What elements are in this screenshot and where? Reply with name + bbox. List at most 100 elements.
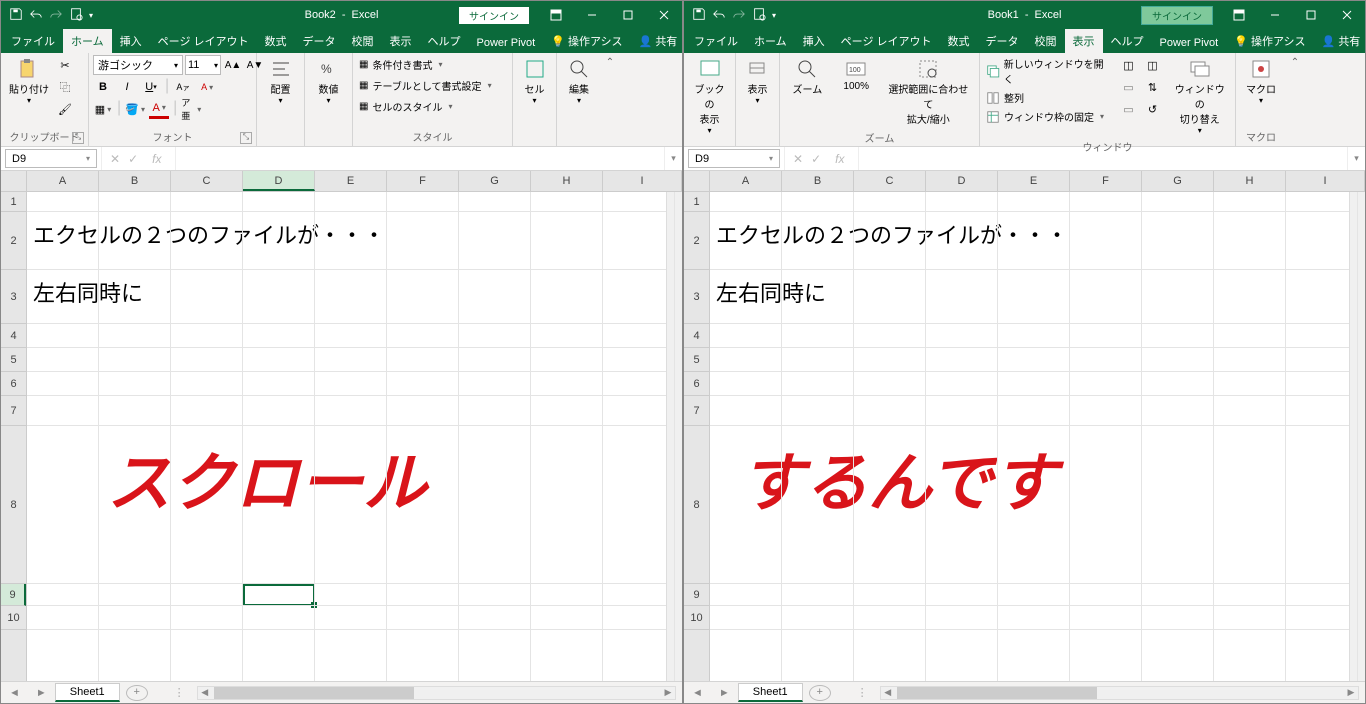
cells-button[interactable]: セル▾ bbox=[517, 55, 552, 107]
phonetic-icon[interactable]: ア亜 bbox=[181, 99, 201, 119]
tab-review[interactable]: 校閲 bbox=[344, 29, 382, 53]
row-header[interactable]: 3 bbox=[684, 270, 709, 324]
row-header[interactable]: 4 bbox=[1, 324, 26, 348]
font-launcher[interactable]: ⤡ bbox=[240, 132, 252, 144]
font-more-icon[interactable]: A bbox=[197, 77, 217, 97]
row-header[interactable]: 10 bbox=[1, 606, 26, 630]
scroll-right-icon[interactable]: ▶ bbox=[1344, 687, 1358, 698]
touch-icon[interactable] bbox=[752, 7, 766, 24]
zoom-100-button[interactable]: 100100% bbox=[833, 55, 880, 94]
font-name-combo[interactable]: 游ゴシック▾ bbox=[93, 55, 183, 75]
share-button[interactable]: 👤 共有 bbox=[631, 29, 686, 53]
row-header[interactable]: 3 bbox=[1, 270, 26, 324]
col-header[interactable]: C bbox=[854, 171, 926, 191]
tab-file[interactable]: ファイル bbox=[686, 29, 746, 53]
format-painter-icon[interactable]: 🖌 bbox=[55, 99, 75, 119]
horizontal-scrollbar[interactable]: ◀ ▶ bbox=[197, 686, 676, 700]
collapse-ribbon-icon[interactable]: ⌃ bbox=[601, 53, 619, 146]
alignment-button[interactable]: 配置▾ bbox=[261, 55, 300, 107]
save-icon[interactable] bbox=[9, 7, 23, 24]
maximize-icon[interactable] bbox=[610, 1, 646, 29]
scroll-thumb[interactable] bbox=[897, 687, 1097, 699]
tab-page-layout[interactable]: ページ レイアウト bbox=[150, 29, 257, 53]
cells-area[interactable]: エクセルの２つのファイルが・・・ 左右同時に スクロール bbox=[27, 192, 666, 681]
clipboard-launcher[interactable]: ⤡ bbox=[72, 132, 84, 144]
cells-area[interactable]: エクセルの２つのファイルが・・・ 左右同時に するんです bbox=[710, 192, 1349, 681]
col-header[interactable]: D bbox=[926, 171, 998, 191]
arrange-all-button[interactable]: 整列 bbox=[984, 89, 1112, 106]
formula-input[interactable] bbox=[175, 147, 664, 170]
select-all-corner[interactable] bbox=[1, 171, 27, 191]
new-sheet-icon[interactable]: + bbox=[126, 685, 148, 701]
row-header[interactable]: 6 bbox=[684, 372, 709, 396]
tab-formulas[interactable]: 数式 bbox=[940, 29, 978, 53]
font-color-icon[interactable]: A bbox=[149, 99, 169, 119]
cut-icon[interactable]: ✂ bbox=[55, 55, 75, 75]
col-header[interactable]: C bbox=[171, 171, 243, 191]
qat-dropdown-icon[interactable]: ▾ bbox=[89, 11, 93, 20]
signin-button[interactable]: サインイン bbox=[1141, 6, 1213, 25]
row-header[interactable]: 7 bbox=[684, 396, 709, 426]
scroll-left-icon[interactable]: ◀ bbox=[198, 687, 212, 698]
row-header[interactable]: 9 bbox=[1, 584, 26, 606]
enter-entry-icon[interactable]: ✓ bbox=[128, 152, 138, 166]
new-sheet-icon[interactable]: + bbox=[809, 685, 831, 701]
col-header[interactable]: A bbox=[27, 171, 99, 191]
tell-me[interactable]: 💡 操作アシス bbox=[1226, 29, 1313, 53]
tab-data[interactable]: データ bbox=[295, 29, 344, 53]
minimize-icon[interactable] bbox=[574, 1, 610, 29]
cell-styles-button[interactable]: ▦ セルのスタイル bbox=[357, 97, 454, 116]
close-icon[interactable] bbox=[1329, 1, 1365, 29]
col-header[interactable]: A bbox=[710, 171, 782, 191]
bold-button[interactable]: B bbox=[93, 77, 113, 97]
unhide-icon[interactable]: ▭ bbox=[1118, 99, 1138, 119]
enter-entry-icon[interactable]: ✓ bbox=[811, 152, 821, 166]
qat-dropdown-icon[interactable]: ▾ bbox=[772, 11, 776, 20]
tab-page-layout[interactable]: ページ レイアウト bbox=[833, 29, 940, 53]
col-header[interactable]: I bbox=[603, 171, 682, 191]
undo-icon[interactable] bbox=[712, 7, 726, 24]
col-header[interactable]: G bbox=[1142, 171, 1214, 191]
row-header[interactable]: 9 bbox=[684, 584, 709, 606]
fx-icon[interactable]: fx bbox=[829, 152, 850, 166]
signin-button[interactable]: サインイン bbox=[458, 6, 530, 25]
ruby-icon[interactable]: Aァ bbox=[173, 77, 193, 97]
ribbon-display-icon[interactable] bbox=[1221, 1, 1257, 29]
reset-pos-icon[interactable]: ↺ bbox=[1142, 99, 1162, 119]
tell-me[interactable]: 💡 操作アシス bbox=[543, 29, 630, 53]
zoom-button[interactable]: ズーム bbox=[784, 55, 831, 98]
expand-fx-icon[interactable]: ▾ bbox=[664, 147, 682, 170]
tab-powerpivot[interactable]: Power Pivot bbox=[1152, 33, 1227, 53]
col-header[interactable]: I bbox=[1286, 171, 1365, 191]
show-button[interactable]: 表示▾ bbox=[740, 55, 775, 107]
row-header[interactable]: 7 bbox=[1, 396, 26, 426]
increase-font-icon[interactable]: A▲ bbox=[223, 55, 243, 75]
tab-help[interactable]: ヘルプ bbox=[420, 29, 469, 53]
scroll-thumb[interactable] bbox=[214, 687, 414, 699]
sheet-tab[interactable]: Sheet1 bbox=[738, 683, 803, 702]
save-icon[interactable] bbox=[692, 7, 706, 24]
ribbon-display-icon[interactable] bbox=[538, 1, 574, 29]
share-button[interactable]: 👤 共有 bbox=[1314, 29, 1366, 53]
col-header[interactable]: H bbox=[531, 171, 603, 191]
row-header[interactable]: 1 bbox=[1, 192, 26, 212]
conditional-format-button[interactable]: ▦ 条件付き書式 bbox=[357, 55, 444, 74]
scroll-right-icon[interactable]: ▶ bbox=[661, 687, 675, 698]
col-header[interactable]: B bbox=[99, 171, 171, 191]
scroll-left-icon[interactable]: ◀ bbox=[881, 687, 895, 698]
sheet-nav-prev-icon[interactable]: ◄ bbox=[684, 687, 711, 699]
sheet-tab[interactable]: Sheet1 bbox=[55, 683, 120, 702]
tab-data[interactable]: データ bbox=[978, 29, 1027, 53]
row-header[interactable]: 6 bbox=[1, 372, 26, 396]
minimize-icon[interactable] bbox=[1257, 1, 1293, 29]
editing-button[interactable]: 編集▾ bbox=[561, 55, 597, 107]
row-header[interactable]: 1 bbox=[684, 192, 709, 212]
tab-view[interactable]: 表示 bbox=[1065, 29, 1103, 53]
redo-icon[interactable] bbox=[732, 7, 746, 24]
tab-review[interactable]: 校閲 bbox=[1027, 29, 1065, 53]
expand-fx-icon[interactable]: ▾ bbox=[1347, 147, 1365, 170]
fx-icon[interactable]: fx bbox=[146, 152, 167, 166]
col-header[interactable]: F bbox=[387, 171, 459, 191]
cancel-entry-icon[interactable]: ✕ bbox=[110, 152, 120, 166]
row-header[interactable]: 4 bbox=[684, 324, 709, 348]
